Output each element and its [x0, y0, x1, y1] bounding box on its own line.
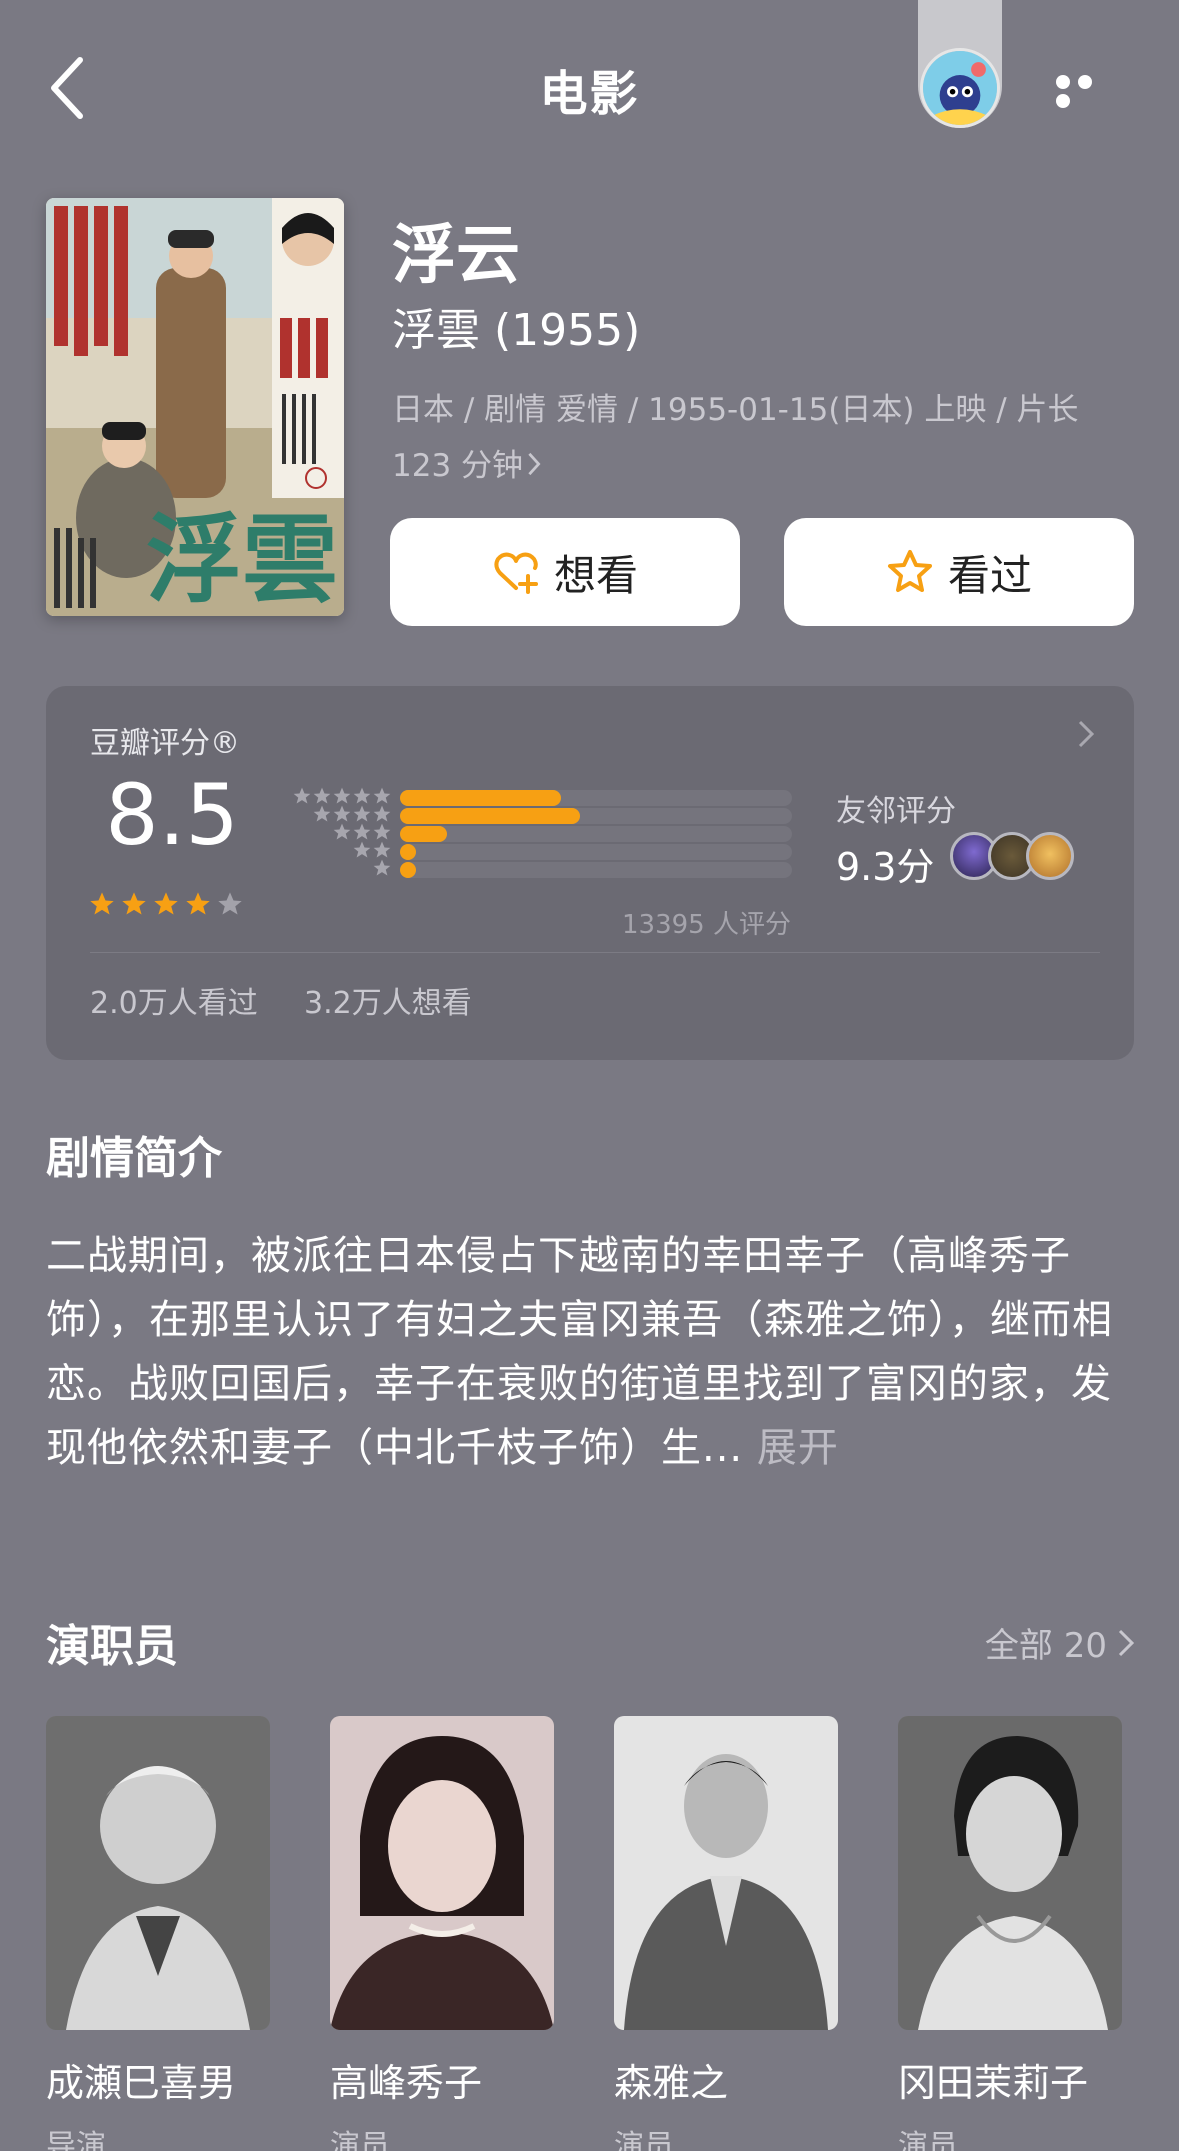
friend-rating-score: 9.3分	[836, 845, 935, 889]
top-nav: 电影	[0, 0, 1179, 180]
heart-plus-icon	[494, 552, 538, 594]
distribution-row	[282, 858, 802, 882]
expand-link[interactable]: 展开	[743, 1425, 839, 1471]
star-icon	[353, 787, 371, 804]
cast-member[interactable]: 冈田茉莉子 演员	[898, 1716, 1122, 2151]
expand-label: 展开	[756, 1425, 839, 1471]
star-icon	[353, 823, 371, 840]
watched-label: 看过	[947, 550, 1032, 600]
cast-role: 演员	[330, 2129, 390, 2151]
cast-name: 冈田茉莉子	[898, 2061, 1089, 2105]
movie-detail-page: 电影 浮雲 浮云 浮雲 (1955) 日本 / 剧情 爱情 / 1955-01-…	[0, 0, 1179, 2151]
chevron-right-icon	[1118, 1629, 1135, 1656]
star-icon	[293, 787, 311, 804]
synopsis-title: 剧情简介	[46, 1133, 222, 1184]
row-stars	[312, 804, 392, 824]
chevron-right-icon	[527, 438, 541, 494]
star-icon	[373, 787, 391, 804]
row-stars	[352, 840, 392, 860]
star-icon	[373, 805, 391, 822]
cast-title: 演职员	[46, 1621, 178, 1672]
meta-line-2: 123 分钟	[392, 438, 1112, 494]
row-stars	[372, 858, 392, 878]
synopsis-text[interactable]: 二战期间，被派往日本侵占下越南的幸田幸子（高峰秀子饰），在那里认识了有妇之夫富冈…	[46, 1224, 1134, 1480]
cast-name: 高峰秀子	[330, 2061, 483, 2105]
cast-role: 演员	[898, 2129, 958, 2151]
distribution-bar	[400, 862, 416, 878]
watched-count: 2.0万人看过	[90, 986, 258, 1021]
star-outline-icon	[887, 550, 932, 592]
rating-card[interactable]: 豆瓣评分® 8.5 13395 人评分 友邻评分 9.3分 2.0万人看过 3.…	[46, 686, 1134, 1060]
cast-all-label: 全部 20	[984, 1626, 1107, 1666]
cast-role: 演员	[614, 2129, 674, 2151]
star-icon	[333, 787, 351, 804]
star-icon	[186, 892, 210, 915]
avatar	[1026, 832, 1074, 880]
cast-photo	[330, 1716, 554, 2030]
movie-poster[interactable]: 浮雲	[46, 198, 344, 616]
cast-photo	[46, 1716, 270, 2030]
chevron-right-icon	[1078, 720, 1095, 748]
cast-name: 森雅之	[614, 2061, 729, 2105]
want-to-watch-label: 想看	[553, 550, 638, 600]
movie-meta[interactable]: 日本 / 剧情 爱情 / 1955-01-15(日本) 上映 / 片长 123 …	[392, 382, 1112, 494]
cast-photo	[614, 1716, 838, 2030]
more-dots-icon	[1056, 75, 1070, 89]
synopsis-body: 二战期间，被派往日本侵占下越南的幸田幸子（高峰秀子饰），在那里认识了有妇之夫富冈…	[46, 1233, 1113, 1471]
star-icon	[333, 823, 351, 840]
rating-count: 13395 人评分	[622, 910, 791, 940]
star-icon	[122, 892, 146, 915]
star-icon	[353, 841, 371, 858]
avatar[interactable]	[920, 48, 1000, 128]
cast-photo	[898, 1716, 1122, 2030]
star-icon	[373, 823, 391, 840]
watched-button[interactable]: 看过	[784, 518, 1134, 626]
rating-score: 8.5	[105, 766, 239, 864]
more-button[interactable]	[1056, 74, 1120, 108]
star-icon	[373, 859, 391, 876]
page-title: 电影	[539, 66, 640, 122]
score-stars	[88, 890, 248, 918]
movie-original-title: 浮雲 (1955)	[392, 305, 641, 356]
star-icon	[333, 805, 351, 822]
poster-title: 浮雲	[146, 503, 338, 616]
star-icon	[154, 892, 178, 915]
star-icon	[373, 841, 391, 858]
star-icon	[313, 787, 331, 804]
star-icon	[313, 805, 331, 822]
distribution-track	[400, 862, 792, 878]
movie-title: 浮云	[392, 219, 520, 293]
row-stars	[332, 822, 392, 842]
star-icon	[218, 892, 242, 915]
star-icon	[353, 805, 371, 822]
cast-member[interactable]: 森雅之 演员	[614, 1716, 838, 2151]
meta-line-1: 日本 / 剧情 爱情 / 1955-01-15(日本) 上映 / 片长	[392, 392, 1079, 428]
cast-role: 导演	[46, 2129, 106, 2151]
cast-member[interactable]: 高峰秀子 演员	[330, 1716, 554, 2151]
wish-count: 3.2万人想看	[304, 986, 472, 1021]
friend-rating-label: 友邻评分	[836, 794, 956, 829]
cast-member[interactable]: 成瀬巳喜男 导演	[46, 1716, 270, 2151]
cast-name: 成瀬巳喜男	[46, 2061, 237, 2105]
star-icon	[90, 892, 114, 915]
row-stars	[292, 786, 392, 806]
divider	[90, 952, 1100, 953]
runtime-text: 123 分钟	[392, 448, 524, 484]
rating-title: 豆瓣评分®	[90, 726, 240, 761]
cast-all-link[interactable]: 全部 20	[985, 1618, 1135, 1667]
friend-avatars	[950, 832, 1080, 884]
want-to-watch-button[interactable]: 想看	[390, 518, 740, 626]
